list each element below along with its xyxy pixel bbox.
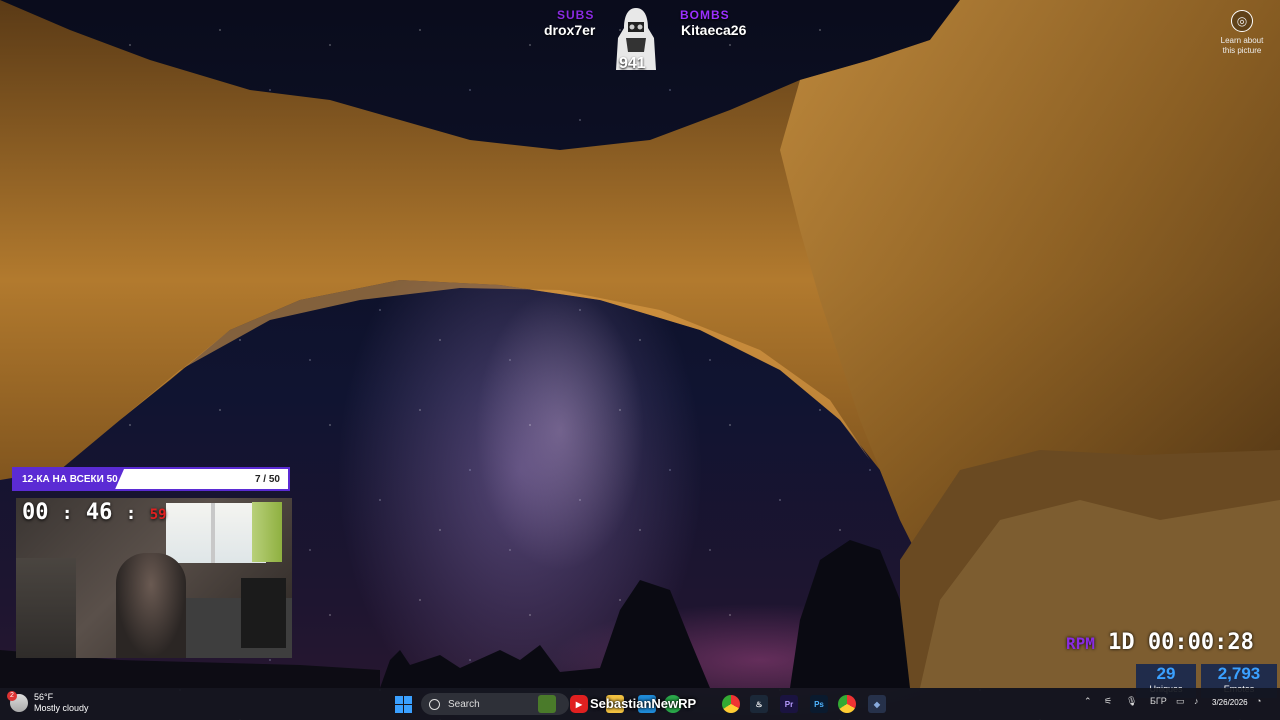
challenge-title: 12-КА НА ВСЕКИ 50: [14, 469, 124, 489]
emotes-value: 2,793: [1217, 664, 1261, 683]
taskbar: 2 56°F Mostly cloudy Search ▶ SebastianN…: [0, 688, 1280, 720]
timer-sep-2: :: [125, 503, 137, 524]
webcam-curtain: [252, 502, 282, 562]
start-tile-1: [395, 696, 403, 704]
challenge-bar: 12-КА НА ВСЕКИ 50 7 / 50: [12, 467, 290, 491]
countdown-timer: 00 : 46 : 59: [22, 500, 167, 525]
timer-sep-1: :: [61, 503, 73, 524]
photoshop-app-icon[interactable]: Ps: [810, 695, 828, 713]
learn-about-picture-button[interactable]: ◎ Learn about this picture: [1214, 10, 1270, 56]
chrome-3-app-icon[interactable]: [838, 695, 856, 713]
rpm-timer: RPM 1D 00:00:28: [1066, 630, 1254, 655]
tray-chevron-icon[interactable]: ⌃: [1084, 696, 1092, 707]
rpm-label: RPM: [1066, 634, 1095, 653]
bomb-counter: 941: [619, 55, 646, 72]
tray-mic-icon[interactable]: 🎙: [1126, 696, 1137, 707]
timer-minutes: 46: [85, 500, 113, 525]
weather-desc: Mostly cloudy: [34, 703, 89, 713]
search-placeholder: Search: [448, 698, 480, 710]
webcam-monitor: [241, 578, 286, 648]
cloud-icon: 2: [7, 691, 28, 712]
webcam-streamer: [116, 553, 186, 658]
weather-widget[interactable]: 2 56°F Mostly cloudy: [7, 691, 89, 714]
webcam-window: [166, 503, 266, 563]
timer-hours: 00: [22, 500, 49, 525]
start-tile-3: [395, 705, 403, 713]
premiere-app-icon[interactable]: Pr: [780, 695, 798, 713]
start-button[interactable]: [395, 696, 412, 713]
rpm-day: 1D: [1108, 630, 1135, 655]
tray-volume-icon[interactable]: ♪: [1194, 696, 1199, 706]
weather-alert-badge: 2: [7, 691, 17, 701]
tray-display-icon[interactable]: ▭: [1176, 696, 1185, 707]
timer-seconds: 59: [149, 507, 167, 523]
webcam-window-frame: [211, 503, 215, 563]
weather-temp: 56°F: [34, 692, 54, 702]
bombs-latest-name: Kitaeca26: [681, 22, 747, 38]
search-icon: [429, 698, 440, 710]
winamp-app-icon[interactable]: [538, 695, 556, 713]
stream-marquee: SebastianNewRP: [590, 696, 697, 711]
uniques-value: 29: [1156, 664, 1176, 683]
tray-network-icon[interactable]: ⚟: [1104, 696, 1112, 707]
challenge-progress: 7 / 50: [254, 473, 280, 485]
youtube-app-icon[interactable]: ▶: [570, 695, 588, 713]
learn-line-1: Learn about: [1220, 36, 1264, 45]
bombs-label: BOMBS: [680, 8, 730, 22]
rpm-time: 00:00:28: [1147, 630, 1254, 655]
misc-app-icon[interactable]: ◆: [868, 695, 886, 713]
chrome-2-app-icon[interactable]: [722, 695, 740, 713]
subs-label: SUBS: [557, 8, 595, 22]
subs-latest-name: drox7er: [544, 22, 596, 38]
clock-date[interactable]: 3/26/2026: [1212, 698, 1248, 707]
start-tile-2: [404, 696, 412, 704]
learn-line-2: this picture: [1222, 46, 1262, 55]
steam-app-icon[interactable]: ♨: [750, 695, 768, 713]
start-tile-4: [404, 705, 412, 713]
webcam-shelf: [16, 558, 76, 658]
camera-info-icon: ◎: [1231, 10, 1253, 32]
notification-bell-icon[interactable]: ◔: [1256, 696, 1261, 706]
language-indicator[interactable]: БГР: [1150, 696, 1167, 706]
